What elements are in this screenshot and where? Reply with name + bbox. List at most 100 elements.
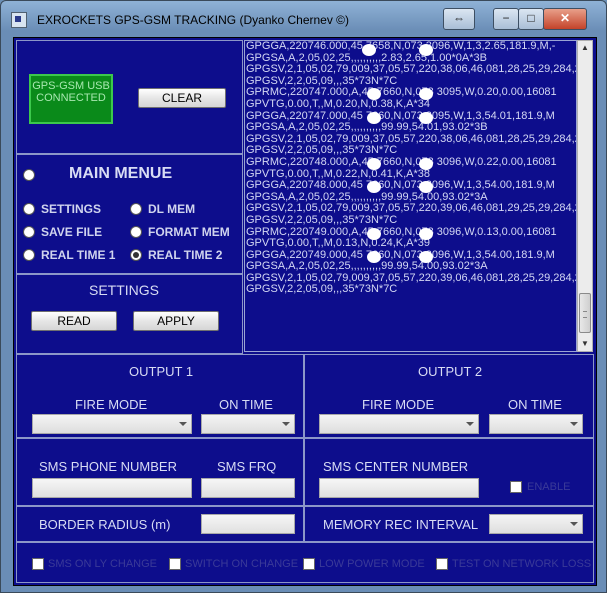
log-line: GPVTG,0.00,T,,M,0.20,N,0.38,K,A*34 [246,97,431,110]
output-1-fire-mode-select[interactable] [32,414,192,434]
test-network-loss-label: TEST ON NETWORK LOSS [452,558,592,570]
real-time-1-radio-label: REAL TIME 1 [41,248,116,262]
maximize-button[interactable]: □ [518,8,544,30]
redaction-mark [367,181,381,193]
sms-phone-label: SMS PHONE NUMBER [39,459,177,474]
dl-mem-radio[interactable] [130,203,142,215]
memory-interval-label: MEMORY REC INTERVAL [323,517,479,532]
main-panel: GPS-GSM USB CONNECTED CLEAR MAIN MENUE S… [13,37,597,586]
usb-status-indicator: GPS-GSM USB CONNECTED [29,74,113,124]
apply-button[interactable]: APPLY [133,311,219,331]
border-radius-label: BORDER RADIUS (m) [39,517,171,532]
redaction-mark [362,44,376,56]
border-radius-input[interactable] [201,514,295,534]
output-2-title: OUTPUT 2 [418,364,483,379]
redaction-mark [367,88,381,100]
nmea-log[interactable]: GPGGA,220746.000,45 7658,N,073 3096,W,1,… [244,40,577,352]
chevron-down-icon [466,422,474,426]
minimize-icon: − [502,11,510,25]
sms-only-change-label: SMS ON LY CHANGE [48,558,158,570]
app-window: EXROCKETS GPS-GSM TRACKING (Dyanko Chern… [0,0,607,593]
log-line: GPVTG,0.00,T,,M,0.13,N,0.24,K,A*39 [246,237,431,250]
settings-title: SETTINGS [89,282,160,298]
log-line: GPGGA,220746.000,45 7658,N,073 3096,W,1,… [246,40,556,52]
log-line: GPGSA,A,2,05,02,25,,,,,,,,,,99.99,54.01,… [246,121,488,134]
log-line: GPGSV,2,2,05,09,,,35*73N*7C [246,213,398,226]
chevron-down-icon [179,422,187,426]
log-scrollbar[interactable]: ▲ ▼ [577,40,593,352]
app-icon [11,12,27,28]
swap-arrows-icon: ⇔ [453,11,465,25]
redaction-mark [419,228,433,240]
memory-interval-select[interactable] [489,514,583,534]
enable-checkbox[interactable] [510,481,522,493]
sms-only-change-checkbox[interactable] [32,558,44,570]
swap-window-button[interactable]: ⇔ [443,8,475,30]
output-1-panel: OUTPUT 1 FIRE MODE ON TIME [16,354,304,438]
format-mem-radio-label: FORMAT MEM [148,225,230,239]
output-2-on-time-select[interactable] [489,414,583,434]
switch-on-change-checkbox[interactable] [169,558,181,570]
output-2-panel: OUTPUT 2 FIRE MODE ON TIME [304,354,594,438]
chevron-down-icon [282,422,290,426]
redaction-mark [367,251,381,263]
main-menu-radio[interactable] [23,169,35,181]
settings-panel: SETTINGS READ APPLY [16,274,243,354]
real-time-2-radio[interactable] [130,249,142,261]
main-menu-title: MAIN MENUE [69,165,173,182]
sms-center-panel: SMS CENTER NUMBER ENABLE [304,438,594,506]
scroll-up-arrow-icon[interactable]: ▲ [578,41,592,55]
border-radius-panel: BORDER RADIUS (m) [16,506,304,542]
redaction-mark [419,181,433,193]
sms-frq-input[interactable] [201,478,295,498]
redaction-mark [367,158,381,170]
log-line: GPRMC,220748.000,A,45 7660,N,073 3096,W,… [246,155,557,168]
output-1-on-time-select[interactable] [201,414,295,434]
sms-phone-panel: SMS PHONE NUMBER SMS FRQ [16,438,304,506]
redaction-mark [419,88,433,100]
redaction-mark [419,158,433,170]
redaction-mark [367,112,381,124]
output-2-fire-mode-select[interactable] [319,414,479,434]
enable-label: ENABLE [527,481,571,493]
settings-radio-label: SETTINGS [41,202,102,216]
settings-radio[interactable] [23,203,35,215]
chevron-down-icon [570,422,578,426]
sms-frq-label: SMS FRQ [217,459,277,474]
scroll-thumb[interactable] [579,293,591,333]
main-menu-panel: MAIN MENUE SETTINGS DL MEM SAVE FILE FOR… [16,154,243,274]
redaction-mark [419,112,433,124]
clear-button[interactable]: CLEAR [138,88,226,108]
minimize-button[interactable]: − [493,8,519,30]
real-time-1-radio[interactable] [23,249,35,261]
chevron-down-icon [570,522,578,526]
redaction-mark [419,44,433,56]
output-1-title: OUTPUT 1 [129,364,194,379]
real-time-2-radio-label: REAL TIME 2 [148,248,223,262]
close-icon: ✕ [559,11,571,25]
output-1-on-time-label: ON TIME [219,397,273,412]
output-2-on-time-label: ON TIME [508,397,562,412]
save-file-radio-label: SAVE FILE [41,225,103,239]
save-file-radio[interactable] [23,226,35,238]
close-button[interactable]: ✕ [543,8,587,30]
output-1-fire-mode-label: FIRE MODE [75,397,148,412]
sms-phone-input[interactable] [32,478,192,498]
dl-mem-radio-label: DL MEM [148,202,196,216]
log-line: GPGSV,2,2,05,09,,,35*73N*7C [246,283,398,296]
format-mem-radio[interactable] [130,226,142,238]
scroll-down-arrow-icon[interactable]: ▼ [578,337,592,351]
output-2-fire-mode-label: FIRE MODE [362,397,435,412]
sms-center-input[interactable] [319,478,479,498]
read-button[interactable]: READ [31,311,117,331]
test-network-loss-checkbox[interactable] [436,558,448,570]
title-bar[interactable]: EXROCKETS GPS-GSM TRACKING (Dyanko Chern… [1,1,606,35]
switch-on-change-label: SWITCH ON CHANGE [185,558,299,570]
redaction-mark [419,251,433,263]
sms-center-label: SMS CENTER NUMBER [323,459,469,474]
log-line: GPGGA,220748.000,45 7660,N,073 3096,W,1,… [246,179,555,192]
redaction-mark [367,228,381,240]
low-power-mode-checkbox[interactable] [303,558,315,570]
memory-interval-panel: MEMORY REC INTERVAL [304,506,594,542]
window-title: EXROCKETS GPS-GSM TRACKING (Dyanko Chern… [37,13,350,27]
